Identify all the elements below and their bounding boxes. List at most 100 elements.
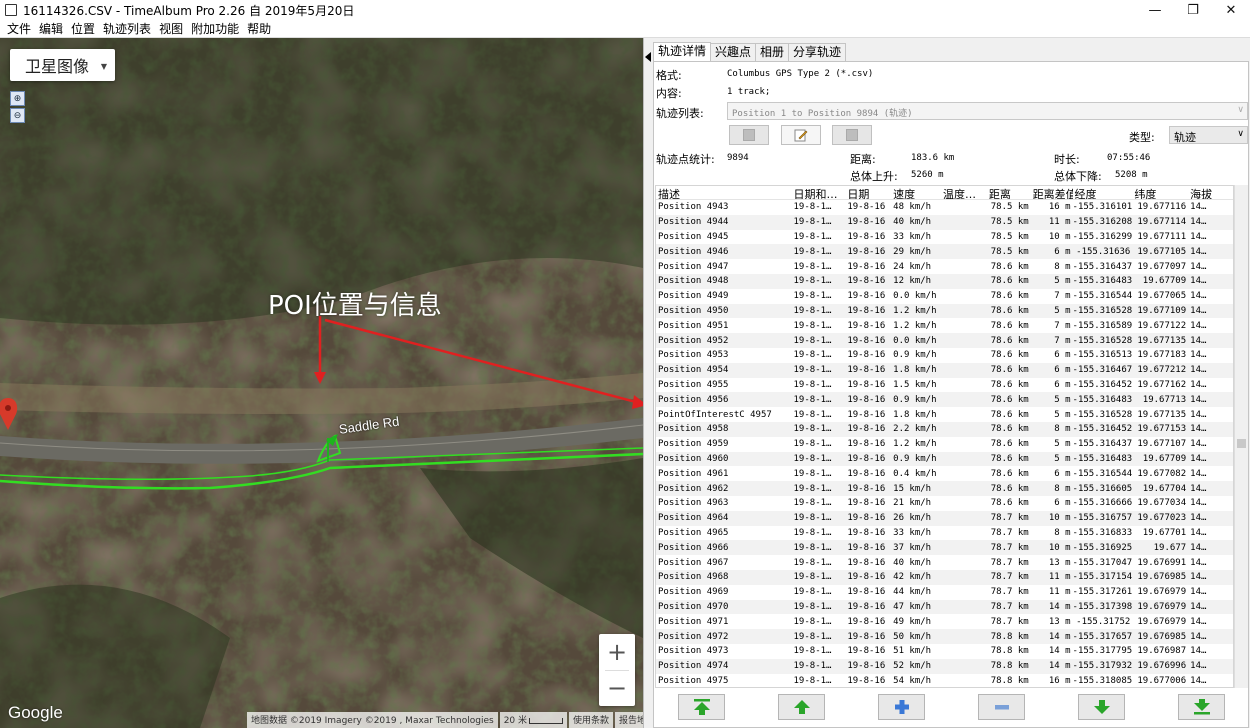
table-row[interactable]: Position 4952 19-8-1… 19-8-16 0.0 km/h 78.6 … (656, 333, 1233, 348)
cell-latitude: 19.676987 (1137, 646, 1187, 657)
table-row[interactable]: Position 4948 19-8-1… 19-8-16 12 km/h 78.6 k… (656, 273, 1233, 289)
table-row[interactable]: Position 4956 19-8-1… 19-8-16 0.9 km/h 78.6 … (656, 392, 1233, 408)
col-header-temperature[interactable]: 温度… (941, 186, 987, 199)
cell-speed: 0.9 km/h (893, 453, 937, 464)
table-row[interactable]: Position 4963 19-8-1… 19-8-16 21 km/h 78.6 k… (656, 496, 1233, 511)
next-point-button[interactable] (1078, 694, 1125, 720)
table-row[interactable]: Position 4968 19-8-1… 19-8-16 42 km/h 78.7 k… (656, 569, 1233, 585)
tab-track-details[interactable]: 轨迹详情 (653, 42, 712, 61)
edit-track-button[interactable] (781, 125, 821, 145)
zoom-in-button[interactable]: + (599, 634, 635, 670)
table-row[interactable]: Position 4958 19-8-1… 19-8-16 2.2 km/h 78.6 … (656, 421, 1233, 437)
tab-share[interactable]: 分享轨迹 (788, 43, 847, 61)
table-row[interactable]: Position 4962 19-8-1… 19-8-16 15 km/h 78.6 k… (656, 481, 1233, 496)
table-row[interactable]: Position 4969 19-8-1… 19-8-16 44 km/h 78.7 k… (656, 585, 1233, 600)
map-layer-dropdown[interactable]: 卫星图像 ▼ (10, 49, 115, 81)
cell-altitude: 14… (1190, 305, 1207, 316)
menu-view[interactable]: 视图 (155, 20, 187, 37)
col-header-distance[interactable]: 距离 (987, 186, 1031, 199)
col-header-date[interactable]: 日期 (845, 186, 891, 199)
table-scrollbar[interactable] (1234, 185, 1248, 688)
cell-datetime: 19-8-1… (793, 483, 832, 494)
table-row[interactable]: Position 4971 19-8-1… 19-8-16 49 km/h 78.7 k… (656, 614, 1233, 629)
terms-link[interactable]: 使用条款 (569, 712, 614, 728)
go-to-last-button[interactable] (1178, 694, 1225, 720)
minimize-button[interactable]: — (1136, 0, 1174, 20)
table-row[interactable]: Position 4951 19-8-1… 19-8-16 1.2 km/h 78.6 … (656, 318, 1233, 333)
table-row[interactable]: Position 4947 19-8-1… 19-8-16 24 km/h 78.6 k… (656, 259, 1233, 274)
table-row[interactable]: Position 4974 19-8-1… 19-8-16 52 km/h 78.8 k… (656, 658, 1233, 674)
table-row[interactable]: Position 4943 19-8-1… 19-8-16 48 km/h 78.5 k… (656, 200, 1233, 215)
menu-file[interactable]: 文件 (3, 20, 35, 37)
cell-description: Position 4952 (658, 335, 729, 346)
maximize-button[interactable]: ❐ (1174, 0, 1212, 20)
track-points-table[interactable]: 描述 日期和… 日期 速度 温度… 距离 距离差值 经度 纬度 海拔 Posit… (655, 185, 1234, 688)
menu-position[interactable]: 位置 (67, 20, 99, 37)
delete-track-button[interactable] (832, 125, 872, 145)
go-to-first-button[interactable] (678, 694, 725, 720)
table-row[interactable]: Position 4972 19-8-1… 19-8-16 50 km/h 78.8 k… (656, 629, 1233, 644)
table-row[interactable]: Position 4944 19-8-1… 19-8-16 40 km/h 78.5 k… (656, 214, 1233, 230)
cell-datetime: 19-8-1… (793, 291, 832, 302)
panel-splitter[interactable] (643, 38, 653, 728)
table-row[interactable]: Position 4970 19-8-1… 19-8-16 47 km/h 78.7 k… (656, 599, 1233, 615)
table-row[interactable]: Position 4973 19-8-1… 19-8-16 51 km/h 78.8 k… (656, 644, 1233, 659)
cell-speed: 15 km/h (893, 483, 932, 494)
track-list-select[interactable]: Position 1 to Position 9894 (轨迹) ∨ (727, 102, 1248, 120)
table-row[interactable]: Position 4950 19-8-1… 19-8-16 1.2 km/h 78.6 … (656, 303, 1233, 319)
type-select[interactable]: 轨迹 ∨ (1169, 126, 1248, 144)
menu-extras[interactable]: 附加功能 (187, 20, 243, 37)
cell-longitude: -155.316528 (1072, 335, 1133, 346)
col-header-speed[interactable]: 速度 (891, 186, 941, 199)
close-button[interactable]: ✕ (1212, 0, 1250, 20)
table-row[interactable]: Position 4946 19-8-1… 19-8-16 29 km/h 78.5 k… (656, 244, 1233, 260)
cell-datetime: 19-8-1… (793, 572, 832, 583)
table-row[interactable]: Position 4949 19-8-1… 19-8-16 0.0 km/h 78.6 … (656, 289, 1233, 304)
col-header-altitude[interactable]: 海拔 (1188, 186, 1233, 199)
cell-distance-delta: 7 m (1054, 335, 1071, 346)
table-row[interactable]: Position 4953 19-8-1… 19-8-16 0.9 km/h 78.6 … (656, 348, 1233, 363)
table-row[interactable]: Position 4966 19-8-1… 19-8-16 37 km/h 78.7 k… (656, 540, 1233, 556)
track-action-button-1[interactable] (729, 125, 769, 145)
previous-point-button[interactable] (778, 694, 825, 720)
table-row[interactable]: Position 4954 19-8-1… 19-8-16 1.8 km/h 78.6 … (656, 362, 1233, 378)
zoom-out-button[interactable]: − (599, 670, 635, 706)
table-row[interactable]: Position 4975 19-8-1… 19-8-16 54 km/h 78.8 k… (656, 674, 1233, 688)
zoom-in-tool-icon[interactable]: ⊕ (10, 91, 25, 106)
table-row[interactable]: Position 4964 19-8-1… 19-8-16 26 km/h 78.7 k… (656, 510, 1233, 526)
zoom-out-tool-icon[interactable]: ⊖ (10, 108, 25, 123)
cell-description: Position 4965 (658, 527, 729, 538)
col-header-description[interactable]: 描述 (656, 186, 792, 199)
col-header-longitude[interactable]: 经度 (1073, 186, 1133, 199)
table-row[interactable]: Position 4960 19-8-1… 19-8-16 0.9 km/h 78.6 … (656, 451, 1233, 467)
scrollbar-thumb[interactable] (1237, 439, 1246, 448)
remove-point-button[interactable] (978, 694, 1025, 720)
col-header-latitude[interactable]: 纬度 (1132, 186, 1188, 199)
navigation-bar (653, 692, 1249, 722)
cell-longitude: -155.317047 (1072, 557, 1133, 568)
poi-annotation-text: POI位置与信息 (268, 291, 442, 321)
col-header-distance-delta[interactable]: 距离差值 (1031, 186, 1073, 199)
cell-date: 19-8-16 (847, 424, 886, 435)
menu-help[interactable]: 帮助 (243, 20, 275, 37)
add-point-button[interactable] (878, 694, 925, 720)
table-row[interactable]: Position 4967 19-8-1… 19-8-16 40 km/h 78.7 k… (656, 555, 1233, 570)
tab-poi[interactable]: 兴趣点 (710, 43, 757, 61)
menu-track-list[interactable]: 轨迹列表 (99, 20, 155, 37)
table-row[interactable]: Position 4955 19-8-1… 19-8-16 1.5 km/h 78.6 … (656, 378, 1233, 393)
cell-distance: 78.8 km (990, 646, 1029, 657)
table-row[interactable]: Position 4965 19-8-1… 19-8-16 33 km/h 78.7 k… (656, 526, 1233, 541)
table-row[interactable]: Position 4959 19-8-1… 19-8-16 1.2 km/h 78.6 … (656, 437, 1233, 452)
tab-album[interactable]: 相册 (755, 43, 790, 61)
table-row[interactable]: Position 4945 19-8-1… 19-8-16 33 km/h 78.5 k… (656, 230, 1233, 245)
collapse-arrow-icon[interactable] (645, 52, 651, 62)
report-error-link[interactable]: 报告地图错误 (615, 712, 643, 728)
cell-speed: 26 km/h (893, 513, 932, 524)
map-view[interactable]: POI位置与信息 Saddle Rd 卫星图像 ▼ ⊕ ⊖ + − Google… (0, 38, 643, 728)
menu-edit[interactable]: 编辑 (35, 20, 67, 37)
table-row[interactable]: PointOfInterestC 4957 19-8-1… 19-8-16 1.8 k… (656, 407, 1233, 422)
col-header-datetime[interactable]: 日期和… (792, 186, 846, 199)
cell-longitude: -155.316483 (1072, 453, 1133, 464)
cell-altitude: 14… (1190, 601, 1207, 612)
table-row[interactable]: Position 4961 19-8-1… 19-8-16 0.4 km/h 78.6 … (656, 466, 1233, 481)
